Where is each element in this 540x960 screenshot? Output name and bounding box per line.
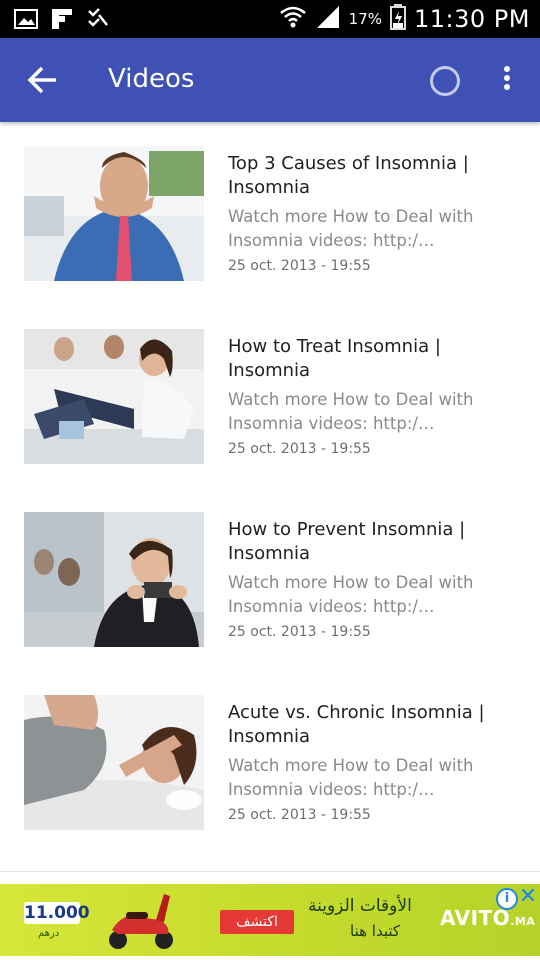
scooter-icon <box>109 894 173 949</box>
video-title: How to Treat Insomnia | Insomnia <box>228 336 441 381</box>
video-description: Watch more How to Deal with Insomnia vid… <box>228 390 474 433</box>
ad-info-icon[interactable]: i <box>496 888 518 910</box>
clock: 11:30 PM <box>414 5 530 33</box>
battery-percent: 17% <box>348 10 383 28</box>
video-title: Acute vs. Chronic Insomnia | Insomnia <box>228 702 485 747</box>
video-date: 25 oct. 2013 - 19:55 <box>228 441 371 457</box>
stretching-class-thumbnail <box>24 329 204 464</box>
signal-icon <box>315 4 341 34</box>
video-date: 25 oct. 2013 - 19:55 <box>228 624 371 640</box>
ad-close-icon[interactable]: ✕ <box>518 886 538 908</box>
ad-subline: كتبدا هنا <box>350 922 401 940</box>
video-title: Top 3 Causes of Insomnia | Insomnia <box>228 153 469 198</box>
more-options-button[interactable] <box>496 64 518 96</box>
ad-headline: الأوقات الزوينة <box>308 896 412 916</box>
back-arrow-icon <box>27 66 56 94</box>
video-date: 25 oct. 2013 - 19:55 <box>228 807 371 823</box>
ad-brand-logo: AVITO.MA <box>440 906 536 930</box>
checklist-icon <box>86 7 110 35</box>
woman-with-coffee-thumbnail <box>24 512 204 647</box>
video-description: Watch more How to Deal with Insomnia vid… <box>228 207 474 250</box>
video-item[interactable]: How to Prevent Insomnia | Insomnia Watch… <box>0 488 540 671</box>
video-item[interactable]: How to Treat Insomnia | Insomnia Watch m… <box>0 305 540 488</box>
list-divider <box>0 871 540 872</box>
ad-banner[interactable]: 11.000 درهم اكتشف الأوقات الزوينة كتبدا … <box>0 884 540 956</box>
ad-cta-button[interactable]: اكتشف <box>220 910 294 934</box>
woman-in-bed-thumbnail <box>24 695 204 830</box>
video-item[interactable]: Acute vs. Chronic Insomnia | Insomnia Wa… <box>0 671 540 854</box>
video-description: Watch more How to Deal with Insomnia vid… <box>228 756 474 799</box>
video-date: 25 oct. 2013 - 19:55 <box>228 258 371 274</box>
video-title: How to Prevent Insomnia | Insomnia <box>228 519 466 564</box>
video-description: Watch more How to Deal with Insomnia vid… <box>228 573 474 616</box>
ad-price: 11.000 <box>24 902 90 924</box>
battery-icon <box>390 4 407 34</box>
page-title: Videos <box>108 64 195 94</box>
stressed-man-thumbnail <box>24 146 204 281</box>
loading-indicator-icon[interactable] <box>430 66 460 96</box>
video-item[interactable]: Top 3 Causes of Insomnia | Insomnia Watc… <box>0 122 540 305</box>
flipboard-icon <box>50 7 74 35</box>
wifi-icon <box>279 4 307 34</box>
image-icon <box>14 8 38 34</box>
ad-currency: درهم <box>38 928 60 939</box>
status-bar: 17% 11:30 PM <box>0 0 540 38</box>
back-button[interactable] <box>26 64 60 96</box>
app-bar: Videos <box>0 38 540 122</box>
